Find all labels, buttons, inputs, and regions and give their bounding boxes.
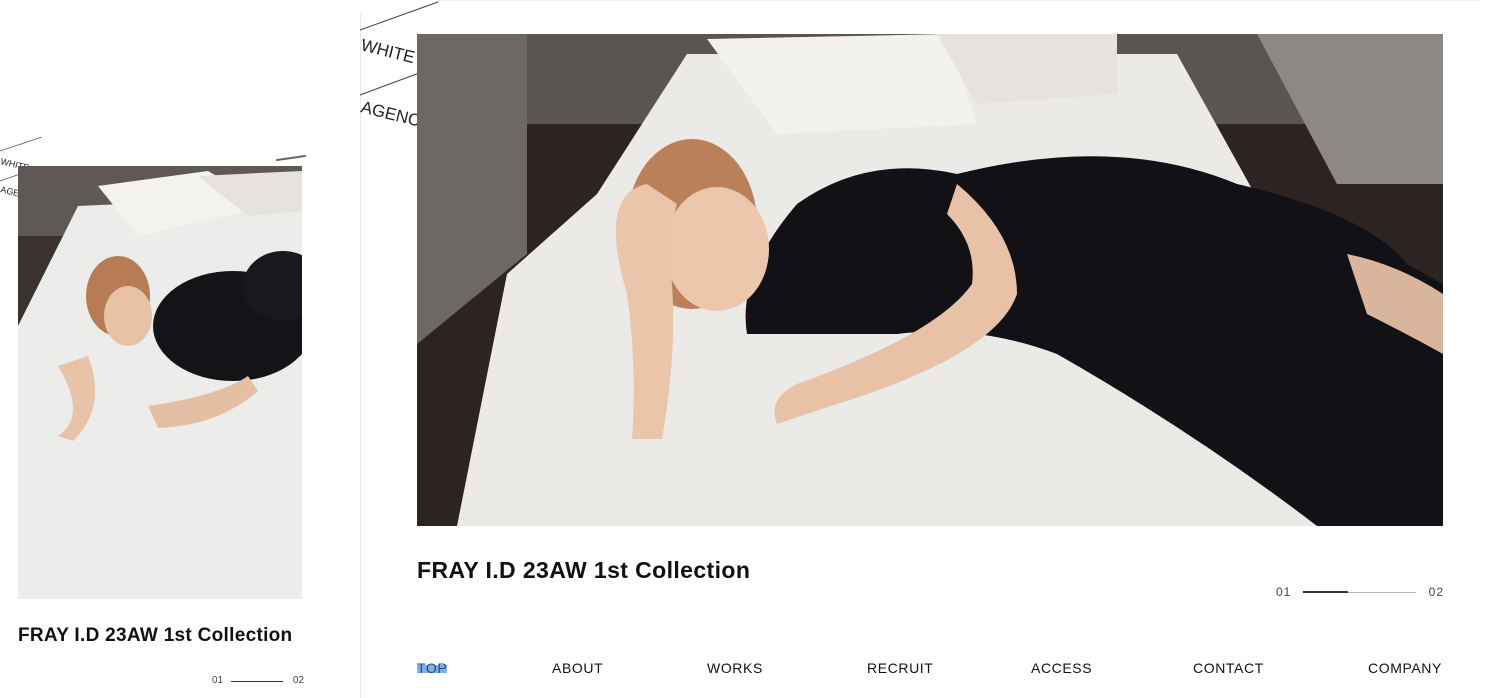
pager-total[interactable]: 02: [293, 675, 304, 686]
mobile-hero-photo: [18, 166, 302, 599]
nav-item-about[interactable]: ABOUT: [552, 660, 603, 676]
nav-item-works[interactable]: WORKS: [707, 660, 763, 676]
pager-progress-fill: [1303, 591, 1348, 593]
mobile-collection-title[interactable]: FRAY I.D 23AW 1st Collection: [18, 625, 292, 647]
nav-item-recruit[interactable]: RECRUIT: [867, 660, 933, 676]
desktop-top-border: [438, 0, 1478, 1]
desktop-hero-photo: [417, 34, 1443, 526]
pager-current[interactable]: 01: [212, 675, 223, 686]
logo-text-white: WHITE: [359, 35, 417, 67]
desktop-collection-title[interactable]: FRAY I.D 23AW 1st Collection: [417, 557, 750, 584]
main-navigation: TOP ABOUT WORKS RECRUIT ACCESS CONTACT C…: [417, 660, 1443, 682]
mobile-slide-pager: 01 02: [212, 675, 304, 687]
mobile-preview: WHITE AGENCY FRAY I.D 23AW 1st Collectio…: [0, 137, 310, 698]
decor-line: [276, 154, 306, 162]
pager-current[interactable]: 01: [1276, 585, 1291, 599]
pager-track: [231, 681, 283, 682]
nav-item-access[interactable]: ACCESS: [1031, 660, 1092, 676]
nav-item-top[interactable]: TOP: [417, 660, 448, 676]
nav-item-company[interactable]: COMPANY: [1368, 660, 1442, 676]
pager-total[interactable]: 02: [1429, 585, 1444, 599]
desktop-slide-pager: 01 02: [1276, 585, 1444, 599]
nav-item-contact[interactable]: CONTACT: [1193, 660, 1264, 676]
